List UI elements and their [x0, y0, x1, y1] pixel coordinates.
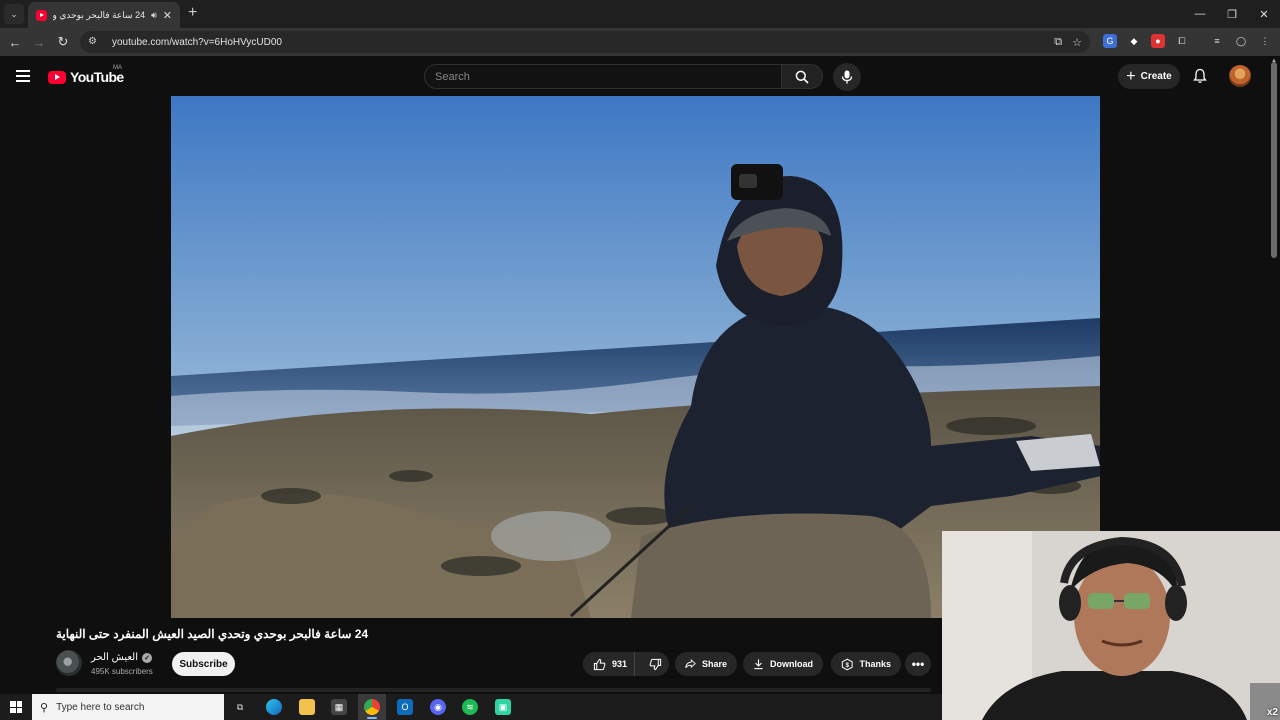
youtube-header: YouTube MA + Create [0, 56, 1280, 96]
search-button[interactable] [781, 64, 823, 89]
like-button[interactable]: 931 [583, 652, 636, 676]
profile-icon[interactable]: ◯ [1234, 34, 1248, 48]
subscribe-button[interactable]: Subscribe [172, 652, 235, 676]
page-scrollbar[interactable] [1271, 62, 1277, 258]
subscriber-count: 495K subscribers [91, 667, 153, 676]
search-box[interactable] [424, 64, 782, 89]
notifications-bell-icon[interactable] [1192, 68, 1208, 84]
webcam-overlay: x2 [942, 531, 1280, 720]
channel-name[interactable]: العيش الحر [91, 652, 138, 663]
channel-avatar[interactable] [56, 650, 82, 676]
channel-name-row[interactable]: العيش الحر ✓ [91, 652, 152, 663]
download-icon [754, 659, 763, 670]
more-actions-button[interactable]: ••• [905, 652, 931, 676]
taskbar-search-input[interactable] [56, 701, 207, 713]
windows-start-icon[interactable] [10, 701, 22, 713]
site-info-icon[interactable]: ⚙︎ [88, 36, 100, 48]
like-dislike-group: 931 [583, 652, 669, 676]
reload-icon[interactable]: ↻ [54, 33, 72, 51]
create-button[interactable]: + Create [1118, 64, 1180, 89]
video-title: 24 ساعة فالبحر بوحدي وتحدي الصيد العيش ا… [56, 627, 369, 641]
diamond-extension-icon[interactable]: ◆ [1127, 34, 1141, 48]
youtube-play-icon [48, 70, 66, 84]
translate-extension-icon[interactable]: G [1103, 34, 1117, 48]
microphone-icon [841, 70, 853, 84]
task-view-icon[interactable]: ⧉ [232, 699, 248, 715]
taskbar-search-icon: ⚲ [40, 701, 49, 714]
guide-menu-icon[interactable] [16, 70, 30, 82]
description-edge [56, 688, 931, 692]
verified-check-icon: ✓ [142, 652, 152, 663]
browser-tab-bar: ⌄ 24 ساعة فالبحر بوحدي وتحدي 🔊︎ ✕ + — ❐ … [0, 0, 1280, 28]
account-avatar[interactable] [1229, 65, 1251, 87]
windows-taskbar: ⚲ ⧉ ▦ O ◉ ≋ ▣ [0, 694, 942, 720]
tab-title: 24 ساعة فالبحر بوحدي وتحدي [53, 9, 146, 20]
svg-text:$: $ [846, 662, 850, 669]
forward-icon[interactable]: → [30, 33, 48, 51]
download-label: Download [770, 659, 813, 669]
close-window-icon[interactable]: ✕ [1248, 0, 1280, 28]
browser-menu-icon[interactable]: ⋮ [1258, 34, 1272, 48]
spotify-icon[interactable]: ≋ [462, 699, 478, 715]
back-icon[interactable]: ← [6, 33, 24, 51]
share-button[interactable]: Share [675, 652, 737, 676]
thanks-label: Thanks [859, 659, 891, 669]
window-controls: — ❐ ✕ [1184, 0, 1280, 28]
extensions-puzzle-icon[interactable]: ⧠ [1175, 34, 1189, 48]
plus-icon: + [1126, 67, 1136, 85]
restore-icon[interactable]: ❐ [1216, 0, 1248, 28]
speaker-icon[interactable]: 🔊︎ [151, 10, 157, 21]
discord-icon[interactable]: ◉ [430, 699, 446, 715]
thanks-button[interactable]: $ Thanks [831, 652, 901, 676]
close-tab-icon[interactable]: ✕ [163, 9, 172, 22]
youtube-logo[interactable]: YouTube MA [48, 65, 124, 85]
dislike-button[interactable] [641, 652, 669, 676]
media-controls-icon[interactable]: ≡ [1210, 34, 1224, 48]
share-label: Share [701, 659, 727, 669]
super-thanks-icon: $ [841, 658, 853, 670]
active-tab[interactable]: 24 ساعة فالبحر بوحدي وتحدي 🔊︎ ✕ [28, 2, 180, 28]
file-explorer-icon[interactable] [299, 699, 315, 715]
app-green-icon[interactable]: ▣ [495, 699, 511, 715]
red-extension-icon[interactable]: ● [1151, 34, 1165, 48]
share-arrow-icon [685, 659, 696, 669]
webcam-feed [942, 531, 1280, 720]
thumbs-down-icon [649, 658, 661, 670]
voice-search-button[interactable] [833, 63, 861, 91]
country-code: MA [113, 65, 122, 71]
youtube-wordmark: YouTube [70, 69, 124, 85]
youtube-favicon-icon [36, 9, 47, 21]
download-button[interactable]: Download [743, 652, 823, 676]
minimize-icon[interactable]: — [1184, 0, 1216, 28]
outlook-icon[interactable]: O [397, 699, 413, 715]
bookmark-star-icon[interactable]: ☆ [1072, 36, 1082, 49]
browser-toolbar: ← → ↻ ⚙︎ youtube.com/watch?v=6HoHVycUD00… [0, 28, 1280, 56]
chrome-icon[interactable] [364, 699, 380, 715]
like-count: 931 [612, 659, 628, 669]
search-input[interactable] [435, 70, 781, 83]
microsoft-store-icon[interactable]: ▦ [331, 699, 347, 715]
url-text: youtube.com/watch?v=6HoHVycUD00 [112, 36, 282, 48]
install-app-icon[interactable]: ⧉ [1054, 36, 1062, 49]
edge-browser-icon[interactable] [266, 699, 282, 715]
speed-indicator: x2 [1266, 707, 1278, 718]
thumbs-up-icon [593, 658, 606, 670]
create-label: Create [1140, 71, 1172, 82]
search-icon [795, 70, 809, 84]
address-bar[interactable]: ⚙︎ youtube.com/watch?v=6HoHVycUD00 ⧉ ☆ [80, 31, 1090, 53]
taskbar-search-box[interactable]: ⚲ [32, 694, 224, 720]
new-tab-button[interactable]: + [188, 5, 197, 21]
tab-search-button[interactable]: ⌄ [4, 4, 24, 24]
